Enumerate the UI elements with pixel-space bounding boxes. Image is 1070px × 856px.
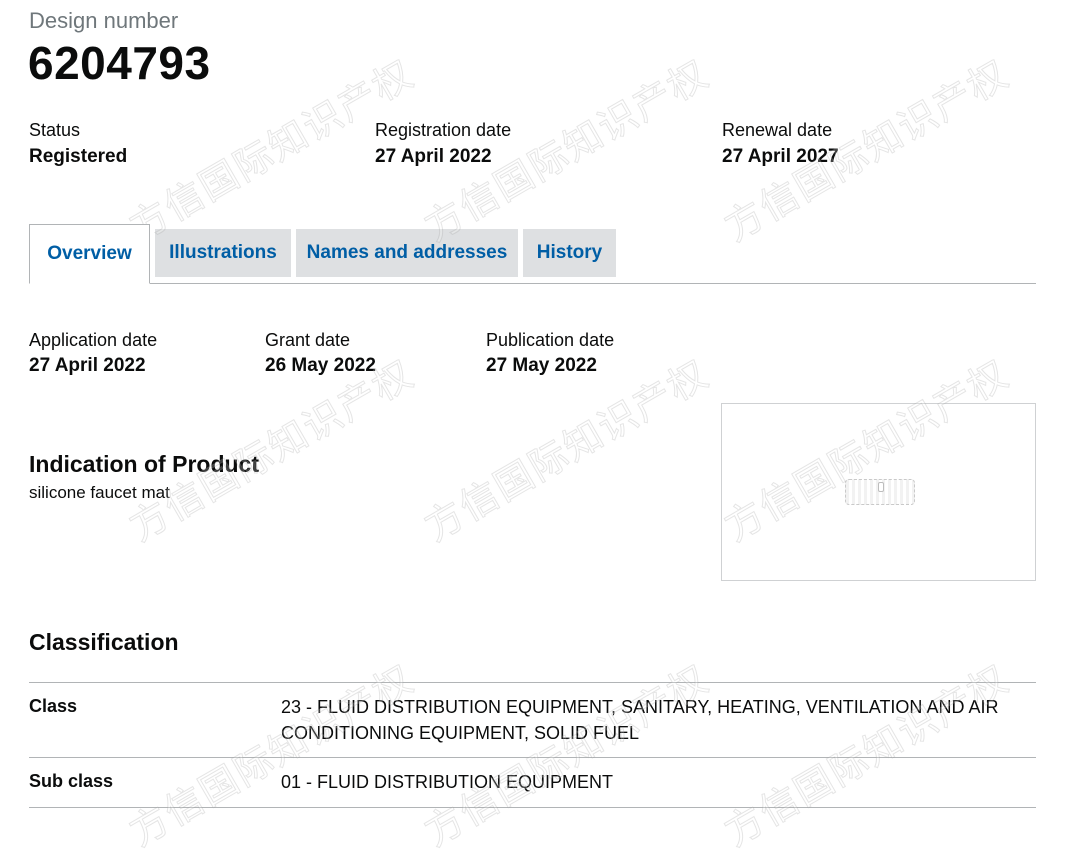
tab-names-and-addresses[interactable]: Names and addresses	[296, 229, 518, 277]
tab-illustrations[interactable]: Illustrations	[155, 229, 291, 277]
grant-date-value: 26 May 2022	[265, 355, 376, 376]
classification-heading: Classification	[29, 629, 179, 655]
renewal-date-label: Renewal date	[722, 120, 833, 140]
subclass-value: 01 - FLUID DISTRIBUTION EQUIPMENT	[281, 772, 614, 792]
grant-date-label: Grant date	[265, 330, 351, 350]
design-number-caption: Design number	[29, 8, 179, 33]
status-label: Status	[29, 120, 81, 140]
tab-overview[interactable]: Overview	[29, 224, 150, 284]
application-date-value: 27 April 2022	[29, 355, 146, 376]
renewal-date-value: 27 April 2027	[722, 146, 839, 167]
table-divider	[29, 807, 1036, 808]
design-illustration-thumbnail[interactable]	[721, 403, 1036, 581]
table-divider	[29, 682, 1036, 683]
indication-heading: Indication of Product	[29, 451, 259, 477]
subclass-key: Sub class	[29, 771, 114, 791]
class-key: Class	[29, 696, 78, 716]
table-divider	[29, 757, 1036, 758]
watermark: 方信国际知识产权	[417, 656, 717, 855]
faucet-mat-image	[845, 479, 915, 505]
publication-date-label: Publication date	[486, 330, 615, 350]
status-value: Registered	[29, 146, 128, 167]
indication-text: silicone faucet mat	[29, 483, 170, 502]
watermark: 方信国际知识产权	[122, 656, 422, 855]
design-number: 6204793	[28, 37, 211, 89]
tab-history[interactable]: History	[523, 229, 616, 277]
registration-date-label: Registration date	[375, 120, 512, 140]
class-value: 23 - FLUID DISTRIBUTION EQUIPMENT, SANIT…	[281, 697, 999, 743]
registration-date-value: 27 April 2022	[375, 146, 492, 167]
tabs-divider	[29, 283, 1036, 284]
watermark: 方信国际知识产权	[717, 656, 1017, 855]
application-date-label: Application date	[29, 330, 158, 350]
publication-date-value: 27 May 2022	[486, 355, 597, 376]
